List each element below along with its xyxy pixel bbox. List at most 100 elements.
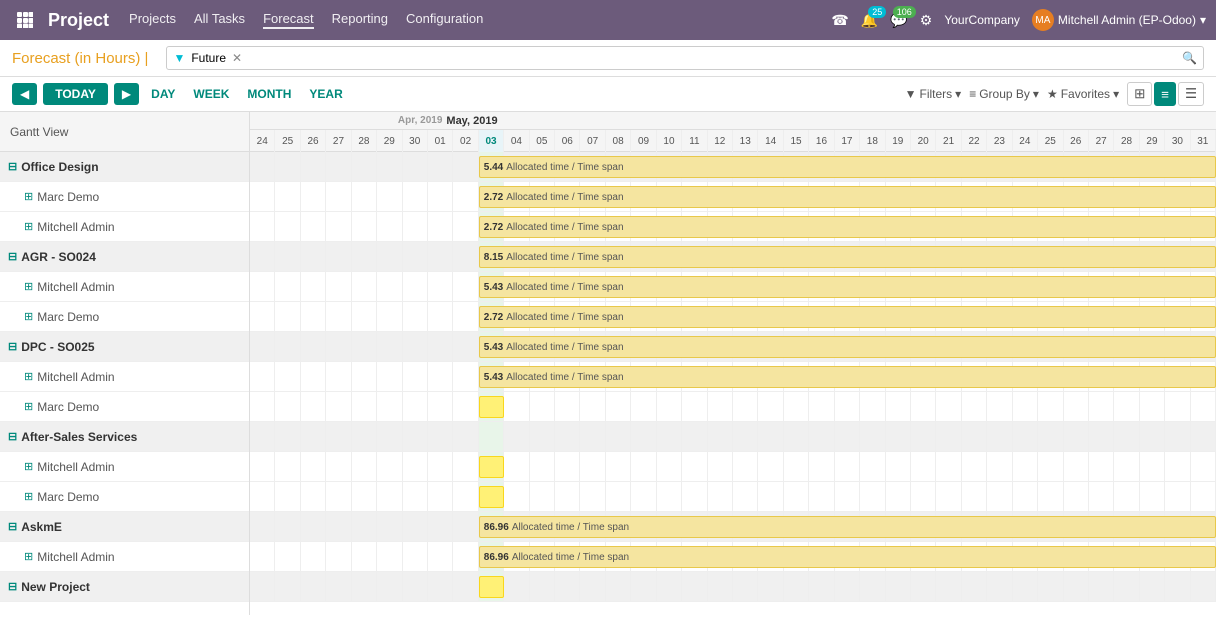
nav-toolbar: ◀ TODAY ▶ DAY WEEK MONTH YEAR ▼ Filters …: [0, 77, 1216, 112]
navbar-menu: Projects All Tasks Forecast Reporting Co…: [129, 11, 831, 29]
gantt-row-mitchell-admin-5[interactable]: ⊞Mitchell Admin: [0, 542, 249, 572]
cell-16: [657, 572, 682, 601]
nav-projects[interactable]: Projects: [129, 11, 176, 29]
app-grid-icon[interactable]: [10, 5, 40, 35]
day-header-may-12: 12: [708, 130, 733, 152]
gantt-row-mitchell-admin-4[interactable]: ⊞Mitchell Admin: [0, 452, 249, 482]
gantt-row-marc-demo-3[interactable]: ⊞Marc Demo: [0, 392, 249, 422]
day-header-may-11: 11: [682, 130, 707, 152]
yellow-bar-mitchell-admin-4: [479, 456, 504, 478]
cell-4: [352, 512, 377, 541]
cell-23: [835, 422, 860, 451]
cell-31: [1038, 392, 1063, 421]
cell-34: [1114, 482, 1139, 511]
cell-0: [250, 362, 275, 391]
cell-18: [708, 392, 733, 421]
cell-3: [326, 152, 351, 181]
gantt-row-dpc-so025[interactable]: ⊟DPC - SO025: [0, 332, 249, 362]
cell-3: [326, 362, 351, 391]
cell-28: [962, 392, 987, 421]
row-label-mitchell-admin-5: Mitchell Admin: [37, 550, 114, 564]
cell-12: [555, 482, 580, 511]
day-header-apr-29: 29: [377, 130, 402, 152]
gantt-row-office-design[interactable]: ⊟Office Design: [0, 152, 249, 182]
favorites-btn[interactable]: ★ Favorites ▾: [1047, 87, 1119, 101]
gantt-bar-mitchell-admin-1: 2.72Allocated time / Time span: [479, 216, 1216, 238]
company-selector[interactable]: YourCompany: [944, 13, 1020, 27]
bar-value-mitchell-admin-5: 86.96: [484, 552, 509, 563]
cell-22: [809, 572, 834, 601]
cell-22: [809, 392, 834, 421]
gantt-row-mitchell-admin-2[interactable]: ⊞Mitchell Admin: [0, 272, 249, 302]
today-button[interactable]: TODAY: [43, 83, 108, 105]
grid-view-btn[interactable]: ⊞: [1127, 82, 1152, 106]
gantt-data-row-marc-demo-2: 2.72Allocated time / Time span: [250, 302, 1216, 332]
bar-text-agr-so024: Allocated time / Time span: [506, 252, 623, 263]
day-header-apr-27: 27: [326, 130, 351, 152]
main-content: Gantt View ⊟Office Design⊞Marc Demo⊞Mitc…: [0, 112, 1216, 615]
cell-32: [1064, 392, 1089, 421]
gantt-row-marc-demo-1[interactable]: ⊞Marc Demo: [0, 182, 249, 212]
gantt-view-btn[interactable]: ≡: [1154, 82, 1176, 106]
gantt-row-mitchell-admin-1[interactable]: ⊞Mitchell Admin: [0, 212, 249, 242]
group-by-caret: ▾: [1033, 87, 1039, 101]
cell-35: [1140, 452, 1165, 481]
row-label-office-design: Office Design: [21, 160, 98, 174]
prev-button[interactable]: ◀: [12, 83, 37, 105]
bell-container[interactable]: 🔔 25: [861, 12, 878, 29]
day-view-btn[interactable]: DAY: [145, 83, 181, 105]
cell-24: [860, 482, 885, 511]
filters-btn[interactable]: ▼ Filters ▾: [905, 87, 962, 101]
cell-6: [403, 302, 428, 331]
cell-28: [962, 422, 987, 451]
gantt-row-mitchell-admin-3[interactable]: ⊞Mitchell Admin: [0, 362, 249, 392]
next-button[interactable]: ▶: [114, 83, 139, 105]
cell-30: [1013, 422, 1038, 451]
year-view-btn[interactable]: YEAR: [303, 83, 348, 105]
gantt-row-marc-demo-4[interactable]: ⊞Marc Demo: [0, 482, 249, 512]
cell-16: [657, 392, 682, 421]
list-view-btn[interactable]: ☰: [1178, 82, 1204, 106]
phone-icon[interactable]: ☎: [831, 12, 848, 29]
cell-6: [403, 152, 428, 181]
cell-8: [453, 572, 478, 601]
cell-19: [733, 482, 758, 511]
gantt-row-marc-demo-2[interactable]: ⊞Marc Demo: [0, 302, 249, 332]
cell-30: [1013, 392, 1038, 421]
cell-7: [428, 542, 453, 571]
cell-5: [377, 242, 402, 271]
apr-label: Apr, 2019: [250, 115, 446, 126]
nav-forecast[interactable]: Forecast: [263, 11, 314, 29]
cell-32: [1064, 422, 1089, 451]
gantt-row-agr-so024[interactable]: ⊟AGR - SO024: [0, 242, 249, 272]
gantt-data-rows: 5.44Allocated time / Time span2.72Alloca…: [250, 152, 1216, 602]
cell-7: [428, 452, 453, 481]
user-menu[interactable]: MA Mitchell Admin (EP-Odoo) ▾: [1032, 9, 1206, 31]
week-view-btn[interactable]: WEEK: [187, 83, 235, 105]
search-icon[interactable]: 🔍: [1182, 51, 1197, 65]
gantt-row-new-project[interactable]: ⊟New Project: [0, 572, 249, 602]
cell-7: [428, 482, 453, 511]
day-header-may-18: 18: [860, 130, 885, 152]
gantt-row-askme[interactable]: ⊟AskmE: [0, 512, 249, 542]
day-header-may-22: 22: [962, 130, 987, 152]
cell-23: [835, 452, 860, 481]
gantt-row-after-sales[interactable]: ⊟After-Sales Services: [0, 422, 249, 452]
month-view-btn[interactable]: MONTH: [241, 83, 297, 105]
message-container[interactable]: 💬 106: [890, 12, 907, 29]
nav-reporting[interactable]: Reporting: [332, 11, 388, 29]
filter-tag-close[interactable]: ✕: [232, 51, 242, 65]
nav-configuration[interactable]: Configuration: [406, 11, 483, 29]
cell-0: [250, 212, 275, 241]
cell-8: [453, 482, 478, 511]
search-input[interactable]: [248, 49, 1182, 67]
cell-2: [301, 512, 326, 541]
cell-3: [326, 182, 351, 211]
cell-32: [1064, 572, 1089, 601]
settings-icon[interactable]: ⚙: [920, 12, 933, 29]
cell-4: [352, 212, 377, 241]
row-label-marc-demo-4: Marc Demo: [37, 490, 99, 504]
nav-all-tasks[interactable]: All Tasks: [194, 11, 245, 29]
group-by-btn[interactable]: ≡ Group By ▾: [969, 87, 1039, 101]
expand-icon: ⊞: [24, 190, 33, 203]
